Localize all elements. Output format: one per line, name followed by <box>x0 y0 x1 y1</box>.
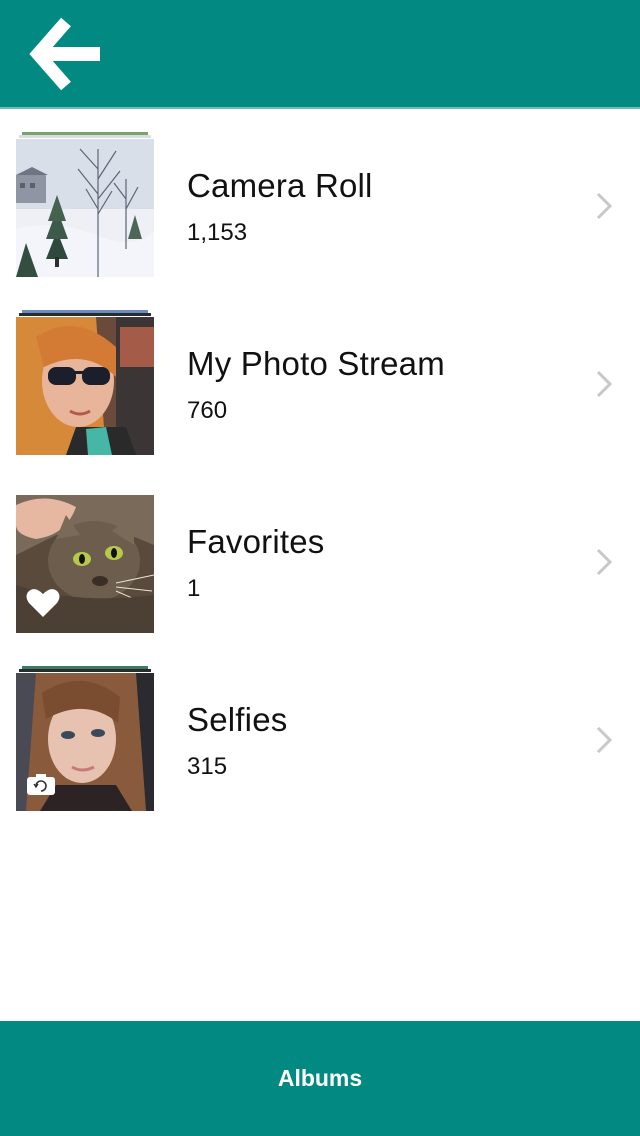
album-row-selfies[interactable]: Selfies 315 <box>0 643 640 821</box>
album-title: Camera Roll <box>187 167 373 204</box>
album-row-camera-roll[interactable]: Camera Roll 1,153 <box>0 109 640 287</box>
chevron-right-icon <box>596 192 613 220</box>
albums-screen: Camera Roll 1,153 My Photo Stream 760 Fa… <box>0 0 640 1136</box>
album-thumbnail-stack <box>16 487 154 633</box>
stack-edge <box>19 135 151 138</box>
tab-bar: Albums <box>0 1021 640 1136</box>
album-photo-count: 1 <box>187 575 201 602</box>
album-photo-count: 1,153 <box>187 219 248 246</box>
snowy-trees-photo <box>16 139 154 277</box>
back-button[interactable] <box>20 14 112 94</box>
back-arrow-icon <box>29 17 100 91</box>
album-photo-count: 315 <box>187 753 228 780</box>
album-title: Favorites <box>187 523 325 560</box>
album-thumbnail-stack <box>16 309 154 455</box>
album-photo-count: 760 <box>187 397 228 424</box>
album-title: Selfies <box>187 701 288 738</box>
album-list: Camera Roll 1,153 My Photo Stream 760 Fa… <box>0 109 640 821</box>
front-camera-icon <box>26 772 56 801</box>
album-row-my-photo-stream[interactable]: My Photo Stream 760 <box>0 287 640 465</box>
chevron-right-icon <box>596 370 613 398</box>
album-row-favorites[interactable]: Favorites 1 <box>0 465 640 643</box>
heart-icon <box>26 588 60 623</box>
chevron-right-icon <box>596 548 613 576</box>
navigation-bar <box>0 0 640 109</box>
stack-edge <box>19 669 151 672</box>
selfie-sunglasses-photo <box>16 317 154 455</box>
album-title: My Photo Stream <box>187 345 445 382</box>
chevron-right-icon <box>596 726 613 754</box>
stack-edge <box>19 313 151 316</box>
album-thumbnail-stack <box>16 131 154 277</box>
tab-albums[interactable]: Albums <box>278 1065 362 1092</box>
album-thumbnail-stack <box>16 665 154 811</box>
